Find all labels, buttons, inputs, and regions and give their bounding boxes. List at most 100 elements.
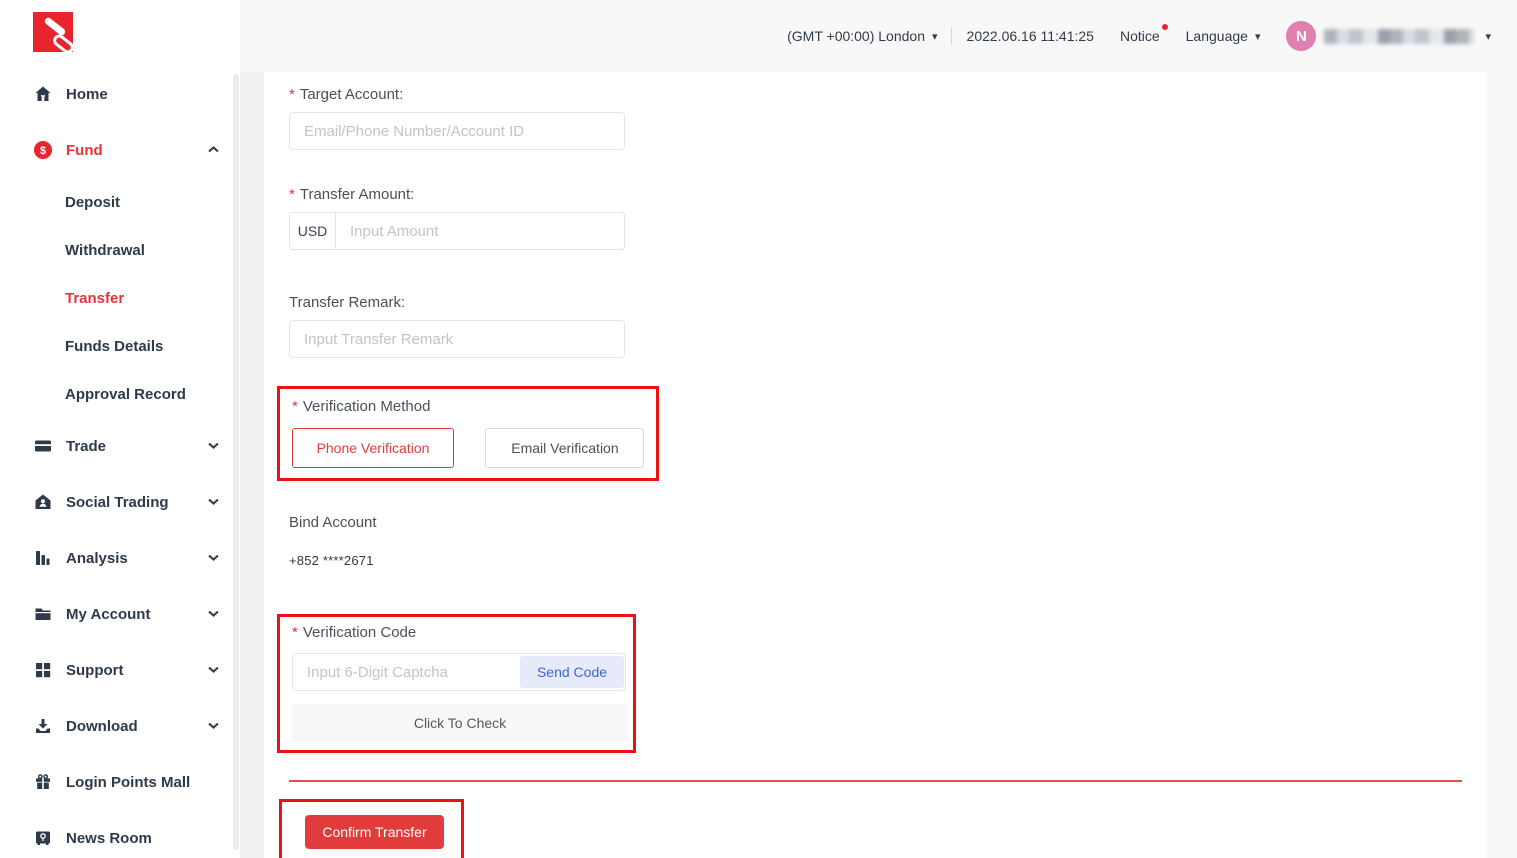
- sidebar-menu: Home $ Fund Deposit Withdrawal Transfer …: [0, 66, 240, 858]
- sidebar-item-label: Fund: [66, 142, 208, 159]
- chevron-down-icon: [208, 554, 220, 562]
- target-account-input[interactable]: [290, 113, 624, 149]
- captcha-check-button[interactable]: Click To Check: [292, 704, 628, 741]
- timezone-selector[interactable]: (GMT +00:00) London ▾: [787, 28, 937, 44]
- email-verification-button[interactable]: Email Verification: [485, 428, 644, 468]
- sidebar-subitem-deposit[interactable]: Deposit: [0, 178, 240, 226]
- confirm-transfer-button[interactable]: Confirm Transfer: [305, 815, 444, 849]
- currency-prefix: USD: [290, 213, 336, 249]
- chevron-down-icon: ▾: [1255, 30, 1261, 43]
- chevron-down-icon: ▾: [1485, 30, 1491, 43]
- sidebar-subitem-withdrawal[interactable]: Withdrawal: [0, 226, 240, 274]
- my-account-icon: [33, 604, 53, 624]
- topbar: (GMT +00:00) London ▾ 2022.06.16 11:41:2…: [240, 0, 1517, 72]
- content-left-gutter: [240, 72, 264, 858]
- avatar[interactable]: N: [1286, 21, 1316, 51]
- subitem-label: Transfer: [65, 290, 124, 307]
- subitem-label: Funds Details: [65, 338, 163, 355]
- content-right-gutter[interactable]: [1487, 72, 1517, 858]
- sidebar-subitem-transfer[interactable]: Transfer: [0, 274, 240, 322]
- sidebar-item-label: News Room: [66, 830, 220, 847]
- news-room-icon: [33, 828, 53, 848]
- sidebar-subitem-funds-details[interactable]: Funds Details: [0, 322, 240, 370]
- sidebar-item-analysis[interactable]: Analysis: [0, 530, 240, 586]
- transfer-amount-field-wrap: USD: [289, 212, 625, 250]
- main-area: (GMT +00:00) London ▾ 2022.06.16 11:41:2…: [240, 0, 1517, 858]
- sidebar-item-trade[interactable]: Trade: [0, 418, 240, 474]
- subitem-label: Withdrawal: [65, 242, 145, 259]
- send-code-button[interactable]: Send Code: [520, 656, 624, 688]
- chevron-up-icon: [208, 146, 220, 154]
- analysis-icon: [33, 548, 53, 568]
- section-divider: [289, 780, 1462, 782]
- sidebar: Home $ Fund Deposit Withdrawal Transfer …: [0, 0, 240, 858]
- target-account-label: *Target Account:: [289, 86, 1462, 103]
- bind-account-label: Bind Account: [289, 514, 1462, 531]
- download-icon: [33, 716, 53, 736]
- trade-icon: [33, 436, 53, 456]
- chevron-down-icon: [208, 666, 220, 674]
- sidebar-item-label: My Account: [66, 606, 208, 623]
- timezone-label: (GMT +00:00) London: [787, 28, 925, 44]
- notice-button[interactable]: Notice: [1120, 28, 1160, 44]
- chevron-down-icon: [208, 442, 220, 450]
- sidebar-item-label: Trade: [66, 438, 208, 455]
- verification-method-options: Phone Verification Email Verification: [292, 428, 656, 468]
- annotation-box-verification-code: *Verification Code Send Code Click To Ch…: [277, 614, 636, 753]
- transfer-remark-input[interactable]: [290, 321, 624, 357]
- sidebar-item-label: Analysis: [66, 550, 208, 567]
- logo-wrap[interactable]: [0, 0, 240, 66]
- gift-icon: [33, 772, 53, 792]
- sidebar-item-label: Home: [66, 86, 220, 103]
- phone-verification-button[interactable]: Phone Verification: [292, 428, 454, 468]
- chevron-down-icon: [208, 610, 220, 618]
- social-trading-icon: [33, 492, 53, 512]
- transfer-remark-label: Transfer Remark:: [289, 294, 1462, 311]
- subitem-label: Deposit: [65, 194, 120, 211]
- sidebar-item-login-points-mall[interactable]: Login Points Mall: [0, 754, 240, 810]
- transfer-amount-label: *Transfer Amount:: [289, 186, 1462, 203]
- captcha-row: Send Code: [292, 653, 626, 691]
- chevron-down-icon: [208, 722, 220, 730]
- transfer-form: *Target Account: *Transfer Amount: USD T…: [264, 72, 1487, 858]
- fund-submenu: Deposit Withdrawal Transfer Funds Detail…: [0, 178, 240, 418]
- datetime-display: 2022.06.16 11:41:25: [967, 28, 1094, 44]
- sidebar-item-label: Download: [66, 718, 208, 735]
- annotation-box-confirm: Confirm Transfer: [279, 799, 464, 858]
- target-account-field-wrap: [289, 112, 625, 150]
- support-icon: [33, 660, 53, 680]
- sidebar-scrollbar[interactable]: [233, 74, 239, 850]
- sidebar-subitem-approval-record[interactable]: Approval Record: [0, 370, 240, 418]
- required-asterisk: *: [289, 186, 295, 203]
- sidebar-item-support[interactable]: Support: [0, 642, 240, 698]
- transfer-remark-field-wrap: [289, 320, 625, 358]
- verification-code-label: *Verification Code: [292, 624, 633, 641]
- sidebar-item-news-room[interactable]: News Room: [0, 810, 240, 858]
- language-selector[interactable]: Language ▾: [1186, 28, 1261, 44]
- home-icon: [33, 84, 53, 104]
- subitem-label: Approval Record: [65, 386, 186, 403]
- sidebar-item-home[interactable]: Home: [0, 66, 240, 122]
- sidebar-item-my-account[interactable]: My Account: [0, 586, 240, 642]
- sidebar-item-social-trading[interactable]: Social Trading: [0, 474, 240, 530]
- brand-logo-icon: [33, 12, 73, 52]
- annotation-box-verification-method: *Verification Method Phone Verification …: [277, 386, 659, 481]
- sidebar-item-label: Social Trading: [66, 494, 208, 511]
- sidebar-item-label: Support: [66, 662, 208, 679]
- verification-method-label: *Verification Method: [292, 398, 656, 415]
- sidebar-item-label: Login Points Mall: [66, 774, 220, 791]
- language-label: Language: [1186, 28, 1248, 44]
- sidebar-item-download[interactable]: Download: [0, 698, 240, 754]
- fund-dollar-icon: $: [33, 140, 53, 160]
- content-row: *Target Account: *Transfer Amount: USD T…: [240, 72, 1517, 858]
- transfer-amount-input[interactable]: [336, 213, 624, 249]
- notice-badge-dot: [1162, 24, 1168, 30]
- required-asterisk: *: [292, 624, 298, 641]
- svg-text:$: $: [40, 145, 46, 157]
- account-menu-toggle[interactable]: ▾: [1478, 30, 1491, 43]
- topbar-divider: [951, 27, 952, 45]
- required-asterisk: *: [292, 398, 298, 415]
- sidebar-item-fund[interactable]: $ Fund: [0, 122, 240, 178]
- username-blurred: [1324, 29, 1474, 44]
- app-window: Home $ Fund Deposit Withdrawal Transfer …: [0, 0, 1517, 858]
